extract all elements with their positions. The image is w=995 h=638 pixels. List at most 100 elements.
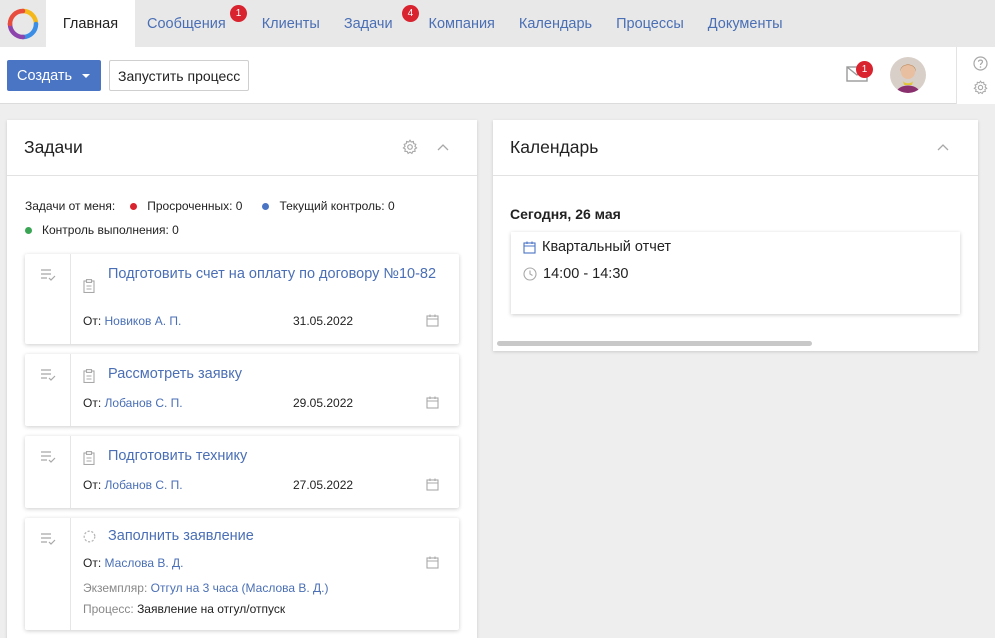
collapse-chevron-up-icon[interactable] [437,143,449,151]
tab-documents[interactable]: Документы [696,0,795,47]
collapse-chevron-up-icon[interactable] [937,143,949,151]
tab-processes[interactable]: Процессы [604,0,696,47]
calendar-panel-title: Календарь [510,137,599,157]
calendar-icon[interactable] [426,314,439,327]
task-author-link[interactable]: Лобанов С. П. [105,396,183,410]
task-author-link[interactable]: Новиков А. П. [105,314,182,328]
task-clipboard-icon [83,279,95,293]
tab-clients[interactable]: Клиенты [250,0,332,47]
help-icon[interactable] [973,56,988,71]
task-card-strip [25,254,71,344]
create-button-label: Создать [17,67,73,84]
task-title[interactable]: Подготовить счет на оплату по договору №… [108,264,438,285]
task-date: 29.05.2022 [293,396,354,410]
task-date: 27.05.2022 [293,478,354,492]
task-title[interactable]: Подготовить технику [108,446,438,467]
tab-label: Процессы [616,15,684,32]
tasks-panel: Задачи Задачи от меня: Просроченных: 0 Т… [7,120,477,638]
task-card[interactable]: Подготовить счет на оплату по договору №… [25,254,459,344]
task-process: Процесс: Заявление на отгул/отпуск [83,602,285,616]
clock-icon [523,267,537,281]
event-calendar-icon [523,241,536,254]
from-label: От: [83,314,102,328]
task-clipboard-icon [83,451,95,465]
tab-company[interactable]: Компания [417,0,507,47]
calendar-icon[interactable] [426,556,439,569]
settings-gear-icon[interactable] [973,80,988,95]
tab-calendar[interactable]: Календарь [507,0,604,47]
tasks-legend-row1: Задачи от меня: Просроченных: 0 Текущий … [25,199,395,213]
instance-label: Экземпляр: [83,581,148,595]
tab-label: Клиенты [261,15,320,32]
process-loading-icon [83,530,96,543]
app-logo[interactable] [0,0,46,47]
task-card[interactable]: Подготовить технику От: Лобанов С. П. 27… [25,436,459,508]
top-navigation: Главная Сообщения 1 Клиенты Задачи 4 Компа… [0,0,995,47]
task-card-strip [25,354,71,426]
task-list-icon [41,533,56,545]
tasks-panel-title: Задачи [24,137,83,157]
mail-badge: 1 [856,61,873,78]
task-title[interactable]: Заполнить заявление [108,526,438,547]
process-name: Заявление на отгул/отпуск [137,602,286,616]
event-title[interactable]: Квартальный отчет [542,239,671,255]
overdue-count[interactable]: Просроченных: 0 [147,199,242,213]
user-avatar[interactable] [890,57,926,93]
task-author-link[interactable]: Лобанов С. П. [105,478,183,492]
tab-label: Задачи [343,15,393,32]
current-control-count[interactable]: Текущий контроль: 0 [279,199,394,213]
from-label: От: [83,556,102,570]
task-from: От: Лобанов С. П. [83,478,183,492]
create-button[interactable]: Создать [7,60,101,91]
task-card[interactable]: Рассмотреть заявку От: Лобанов С. П. 29.… [25,354,459,426]
current-control-dot [262,202,270,210]
task-list-icon [41,451,56,463]
tab-messages[interactable]: Сообщения 1 [135,0,250,47]
calendar-icon[interactable] [426,478,439,491]
task-clipboard-icon [83,369,95,383]
task-from: От: Лобанов С. П. [83,396,183,410]
execution-control-count[interactable]: Контроль выполнения: 0 [42,223,179,237]
utility-column [956,47,995,104]
overdue-dot [130,202,138,210]
today-date: Сегодня, 26 мая [510,206,621,222]
caret-down-icon [82,74,90,78]
task-date: 31.05.2022 [293,314,354,328]
task-list-icon [41,269,56,281]
tab-label: Календарь [518,15,593,32]
task-instance: Экземпляр: Отгул на 3 часа (Маслова В. Д… [83,581,329,595]
event-card[interactable]: Квартальный отчет 14:00 - 14:30 [511,232,960,314]
task-list-icon [41,369,56,381]
event-time: 14:00 - 14:30 [543,266,629,282]
event-title-row: Квартальный отчет [523,239,671,255]
legend-prefix: Задачи от меня: [25,199,116,213]
tab-label: Документы [707,15,783,32]
logo-icon [7,8,39,39]
horizontal-scrollbar[interactable] [497,341,812,346]
calendar-panel-header: Календарь [493,120,978,176]
tab-home[interactable]: Главная [46,0,135,47]
execution-control-dot [25,226,32,234]
tasks-panel-header: Задачи [7,120,477,176]
tab-label: Главная [62,15,119,32]
task-title[interactable]: Рассмотреть заявку [108,364,438,385]
from-label: От: [83,478,102,492]
tab-label: Компания [428,15,495,32]
process-label: Процесс: [83,602,134,616]
instance-link[interactable]: Отгул на 3 часа (Маслова В. Д.) [151,581,329,595]
tasks-legend-row2: Контроль выполнения: 0 [25,223,179,237]
task-card-strip [25,436,71,508]
from-label: От: [83,396,102,410]
run-process-button[interactable]: Запустить процесс [109,60,250,91]
task-from: От: Новиков А. П. [83,314,181,328]
panel-settings-gear-icon[interactable] [402,139,418,155]
task-card-strip [25,518,71,630]
calendar-icon[interactable] [426,396,439,409]
calendar-panel: Календарь Сегодня, 26 мая Квартальный от… [493,120,978,351]
tab-tasks[interactable]: Задачи 4 [332,0,419,47]
avatar-image [890,57,926,93]
task-author-link[interactable]: Маслова В. Д. [105,556,184,570]
messages-badge: 1 [230,5,247,22]
event-time-row: 14:00 - 14:30 [523,266,628,282]
task-card[interactable]: Заполнить заявление От: Маслова В. Д. Эк… [25,518,459,630]
